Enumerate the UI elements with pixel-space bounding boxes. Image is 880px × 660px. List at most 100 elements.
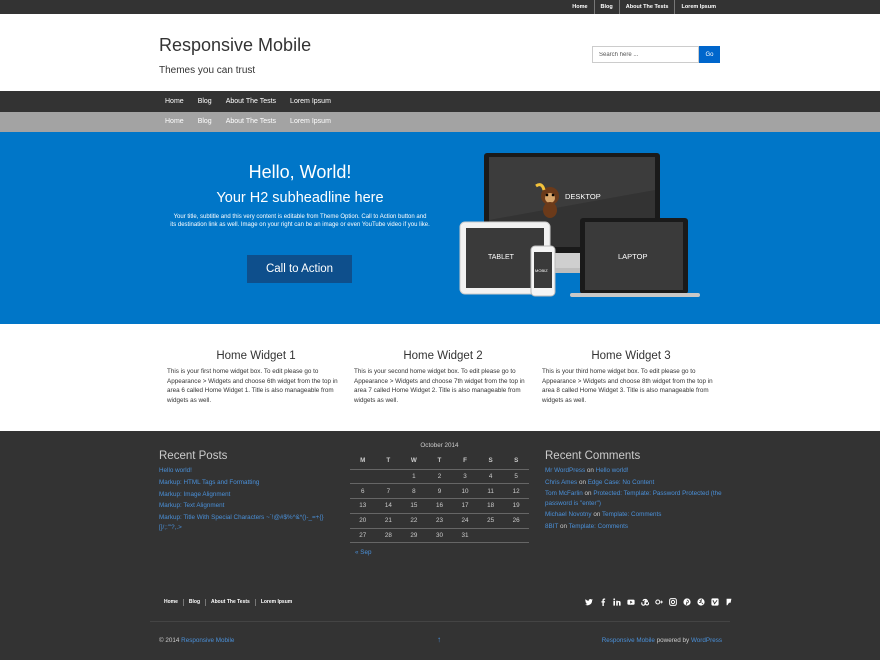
- calendar-day: 16: [426, 498, 453, 514]
- calendar-day: [503, 528, 529, 544]
- nav-item-lorem[interactable]: Lorem Ipsum: [283, 91, 338, 112]
- social-icons: [583, 596, 737, 607]
- top-bar: Home Blog About The Tests Lorem Ipsum: [0, 0, 880, 14]
- vimeo-icon[interactable]: [709, 596, 720, 607]
- nav-item-home[interactable]: Home: [158, 91, 191, 112]
- calendar-day-header: T: [426, 453, 453, 470]
- scroll-top-arrow-icon[interactable]: ↑: [437, 635, 441, 644]
- recent-post-link[interactable]: Markup: Text Alignment: [159, 500, 339, 512]
- calendar-day: 3: [452, 469, 478, 485]
- copyright-link[interactable]: Responsive Mobile: [181, 637, 234, 644]
- comment-post-link[interactable]: Hello world!: [596, 467, 629, 474]
- recent-post-link[interactable]: Markup: HTML Tags and Formatting: [159, 477, 339, 489]
- footer-menu-lorem[interactable]: Lorem Ipsum: [254, 599, 297, 606]
- recent-posts-widget: Recent Posts Hello world! Markup: HTML T…: [159, 450, 339, 532]
- nav-item-blog[interactable]: Blog: [191, 91, 219, 112]
- calendar-prev-link[interactable]: « Sep: [350, 549, 529, 556]
- comment-author-link[interactable]: Chris Ames: [545, 479, 577, 486]
- youtube-icon[interactable]: [625, 596, 636, 607]
- calendar-day: 21: [375, 513, 402, 529]
- home-widget-text: This is your first home widget box. To e…: [167, 368, 338, 404]
- recent-post-link[interactable]: Markup: Title With Special Characters ~`…: [159, 512, 339, 532]
- footer-menu-home[interactable]: Home: [159, 599, 183, 606]
- comment-author-link[interactable]: 8BIT: [545, 523, 558, 530]
- top-menu-about[interactable]: About The Tests: [618, 0, 675, 14]
- calendar-day: 14: [375, 498, 402, 514]
- calendar-day-header: F: [452, 453, 478, 470]
- instagram-icon[interactable]: [667, 596, 678, 607]
- search-button[interactable]: Go: [699, 46, 720, 63]
- calendar-caption: October 2014: [420, 442, 459, 449]
- calendar-day: 18: [477, 498, 504, 514]
- calendar-day: 10: [452, 483, 478, 500]
- devices-image: DESKTOP LAPTOP TABLET MOBIZ: [459, 153, 700, 297]
- calendar-day: 27: [350, 528, 376, 544]
- site-title[interactable]: Responsive Mobile: [159, 35, 311, 56]
- comment-author-link[interactable]: Tom McFarlin: [545, 490, 583, 497]
- comment-post-link[interactable]: Edge Case: No Content: [588, 479, 655, 486]
- home-widget-title: Home Widget 3: [591, 350, 671, 362]
- google-plus-icon[interactable]: [653, 596, 664, 607]
- hero-subtitle: Your H2 subheadline here: [216, 190, 384, 206]
- comment-author-link[interactable]: Mr WordPress: [545, 467, 585, 474]
- recent-comment: Chris Ames on Edge Case: No Content: [545, 477, 725, 489]
- calendar-day: 6: [350, 483, 376, 500]
- theme-link[interactable]: Responsive Mobile: [602, 637, 655, 644]
- calendar-day: [477, 528, 504, 544]
- linkedin-icon[interactable]: [611, 596, 622, 607]
- recent-post-link[interactable]: Hello world!: [159, 465, 339, 477]
- top-menu-lorem[interactable]: Lorem Ipsum: [674, 0, 722, 14]
- calendar-day: 12: [503, 483, 529, 500]
- calendar-day: 17: [452, 498, 478, 514]
- calendar-day: 19: [503, 498, 529, 514]
- mobile-label: MOBIZ: [535, 268, 548, 273]
- copyright-text: © 2014: [159, 637, 180, 644]
- copyright: © 2014 Responsive Mobile: [159, 637, 234, 644]
- footer-menu-blog[interactable]: Blog: [182, 599, 205, 606]
- calendar-day-header: S: [477, 453, 504, 470]
- calendar-week: 1 2 3 4 5: [350, 469, 529, 485]
- powered-by-text: powered by: [656, 637, 690, 644]
- subnav-item-blog[interactable]: Blog: [191, 112, 219, 132]
- powered-by: Responsive Mobile powered by WordPress: [602, 637, 722, 644]
- comment-author-link[interactable]: Michael Novotny: [545, 511, 592, 518]
- calendar-day: 15: [401, 498, 427, 514]
- comment-on-text: on: [578, 478, 586, 486]
- home-widget-2: Home Widget 2 This is your second home w…: [353, 350, 533, 405]
- calendar-day: 7: [375, 483, 402, 500]
- recent-comment: Tom McFarlin on Protected: Template: Pas…: [545, 488, 725, 509]
- nav-item-about[interactable]: About The Tests: [219, 91, 283, 112]
- subnav-item-lorem[interactable]: Lorem Ipsum: [283, 112, 338, 132]
- stumbleupon-icon[interactable]: [639, 596, 650, 607]
- comment-post-link[interactable]: Template: Comments: [569, 523, 629, 530]
- home-widget-1: Home Widget 1 This is your first home wi…: [166, 350, 346, 405]
- top-menu-blog[interactable]: Blog: [593, 0, 619, 14]
- call-to-action-button[interactable]: Call to Action: [247, 255, 352, 283]
- footer-menu-about[interactable]: About The Tests: [205, 599, 255, 606]
- top-menu-home[interactable]: Home: [566, 0, 593, 14]
- comment-on-text: on: [584, 490, 592, 497]
- top-menu: Home Blog About The Tests Lorem Ipsum: [566, 0, 722, 14]
- calendar-day-header: T: [375, 453, 402, 470]
- recent-comments-title: Recent Comments: [545, 450, 641, 462]
- subnav-item-home[interactable]: Home: [158, 112, 191, 132]
- hero-title: Hello, World!: [248, 162, 352, 182]
- pinterest-icon[interactable]: [681, 596, 692, 607]
- home-widget-title: Home Widget 2: [403, 350, 483, 362]
- foursquare-icon[interactable]: [723, 596, 734, 607]
- calendar-day: 5: [503, 469, 529, 485]
- calendar-day: 4: [477, 469, 504, 485]
- facebook-icon[interactable]: [597, 596, 608, 607]
- wordpress-link[interactable]: WordPress: [691, 637, 722, 644]
- laptop-label: LAPTOP: [618, 252, 647, 261]
- home-widget-text: This is your second home widget box. To …: [354, 368, 525, 404]
- recent-post-link[interactable]: Markup: Image Alignment: [159, 489, 339, 501]
- twitter-icon[interactable]: [583, 596, 594, 607]
- yelp-icon[interactable]: [695, 596, 706, 607]
- comment-post-link[interactable]: Template: Comments: [602, 511, 662, 518]
- search-input[interactable]: [592, 46, 699, 63]
- calendar-day: 29: [401, 528, 427, 544]
- calendar-day: [350, 469, 376, 485]
- subnav-item-about[interactable]: About The Tests: [219, 112, 283, 132]
- calendar-day: 31: [452, 528, 478, 544]
